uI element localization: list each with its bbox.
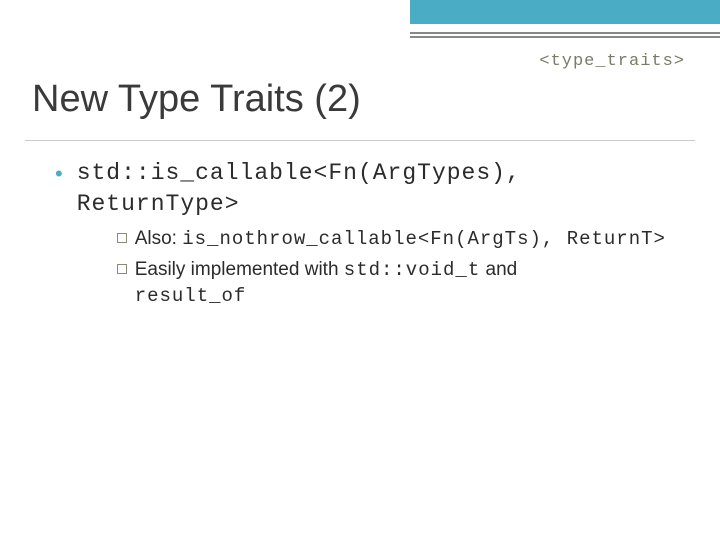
bullet-item: • std::is_callable<Fn(ArgTypes), ReturnT… <box>55 158 675 314</box>
corner-decor <box>410 0 720 55</box>
sub-item: Also: is_nothrow_callable<Fn(ArgTs), Ret… <box>117 226 675 253</box>
sub-list: Also: is_nothrow_callable<Fn(ArgTs), Ret… <box>117 226 675 310</box>
sub2-text1: Easily implemented with <box>135 259 344 280</box>
bullet-code: std::is_callable<Fn(ArgTypes), ReturnTyp… <box>77 158 675 220</box>
slide-title: New Type Traits (2) <box>32 78 361 121</box>
title-underline <box>25 140 695 141</box>
teal-accent-bar <box>410 0 720 24</box>
box-bullet-icon <box>117 233 127 243</box>
box-bullet-icon <box>117 264 127 274</box>
double-rule <box>410 32 720 38</box>
sub2-text2: and <box>480 259 517 280</box>
sub-item: Easily implemented with std::void_t and … <box>117 257 675 310</box>
sub2-code1: std::void_t <box>344 259 480 281</box>
slide-content: • std::is_callable<Fn(ArgTypes), ReturnT… <box>55 158 675 322</box>
sub2-code2: result_of <box>135 285 247 307</box>
header-label: <type_traits> <box>539 52 685 71</box>
sub1-prefix: Also: <box>135 228 183 249</box>
bullet-dot-icon: • <box>55 160 63 188</box>
sub1-code: is_nothrow_callable<Fn(ArgTs), ReturnT> <box>182 228 666 250</box>
